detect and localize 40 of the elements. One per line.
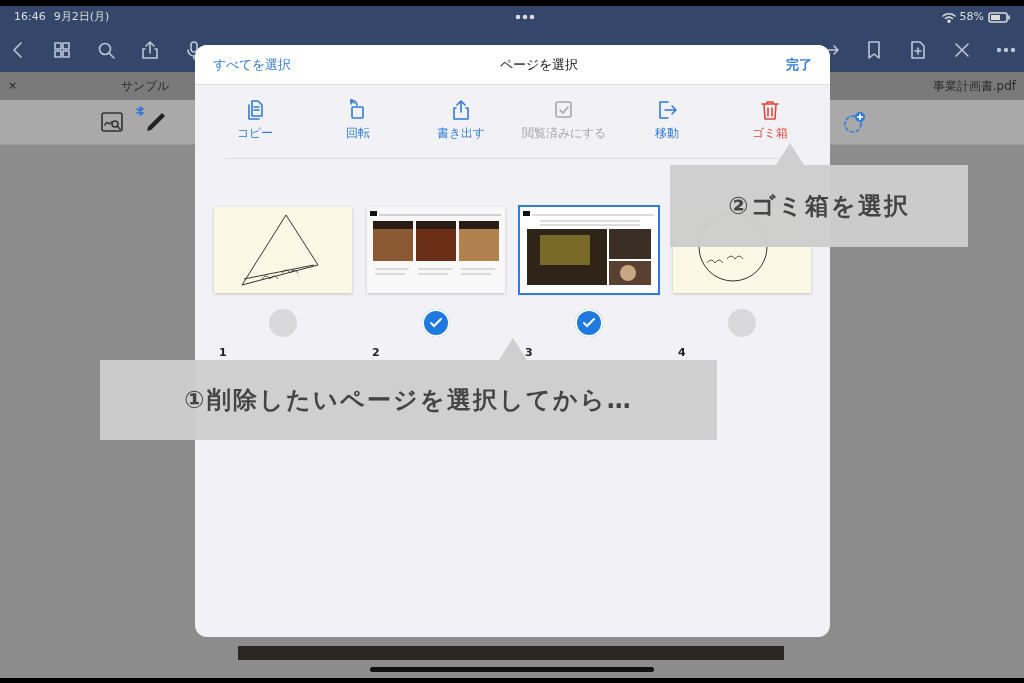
page-thumbnail[interactable] <box>367 207 505 293</box>
page-thumbnail[interactable] <box>214 207 352 293</box>
pen-icon[interactable] <box>144 110 168 134</box>
page-select-toggle[interactable] <box>575 309 603 337</box>
export-action-button[interactable]: 書き出す <box>411 95 511 146</box>
callout-text: ②ゴミ箱を選択 <box>728 191 910 222</box>
checkmark-icon <box>582 317 596 329</box>
trash-icon <box>759 99 781 121</box>
page-number: 3 <box>524 345 533 361</box>
battery-percent: 58% <box>959 8 984 25</box>
status-time: 16:46 <box>14 8 46 25</box>
page-number: 2 <box>371 345 380 361</box>
page-number: 4 <box>677 345 686 361</box>
multitasking-dots-icon <box>515 14 536 20</box>
add-page-icon[interactable] <box>908 40 928 60</box>
battery-icon <box>988 11 1010 23</box>
callout-text: ①削除したいページを選択してから… <box>184 385 633 416</box>
share-icon[interactable] <box>140 40 160 60</box>
page-select-toggle[interactable] <box>422 309 450 337</box>
wifi-icon <box>941 11 956 23</box>
copy-action-button[interactable]: コピー <box>205 95 305 146</box>
page-thumbnail[interactable] <box>520 207 658 293</box>
sheet-title: ページを選択 <box>499 55 578 74</box>
select-all-button[interactable]: すべてを選択 <box>213 54 291 75</box>
status-date: 9月2日(月) <box>53 8 110 25</box>
tab-close-button[interactable]: × <box>8 77 18 95</box>
bluetooth-icon <box>136 106 144 116</box>
share-icon <box>450 99 472 121</box>
done-button[interactable]: 完了 <box>786 54 812 75</box>
search-icon[interactable] <box>96 40 116 60</box>
checkbox-icon <box>553 99 575 121</box>
close-icon[interactable] <box>952 40 972 60</box>
grid-icon[interactable] <box>52 40 72 60</box>
exit-icon <box>656 99 678 121</box>
zoom-image-icon[interactable] <box>100 111 124 133</box>
checkmark-icon <box>429 317 443 329</box>
move-action-button[interactable]: 移動 <box>617 95 717 146</box>
trash-action-button[interactable]: ゴミ箱 <box>720 95 820 146</box>
rotate-action-button[interactable]: 回転 <box>308 95 408 146</box>
page-number: 1 <box>218 345 227 361</box>
